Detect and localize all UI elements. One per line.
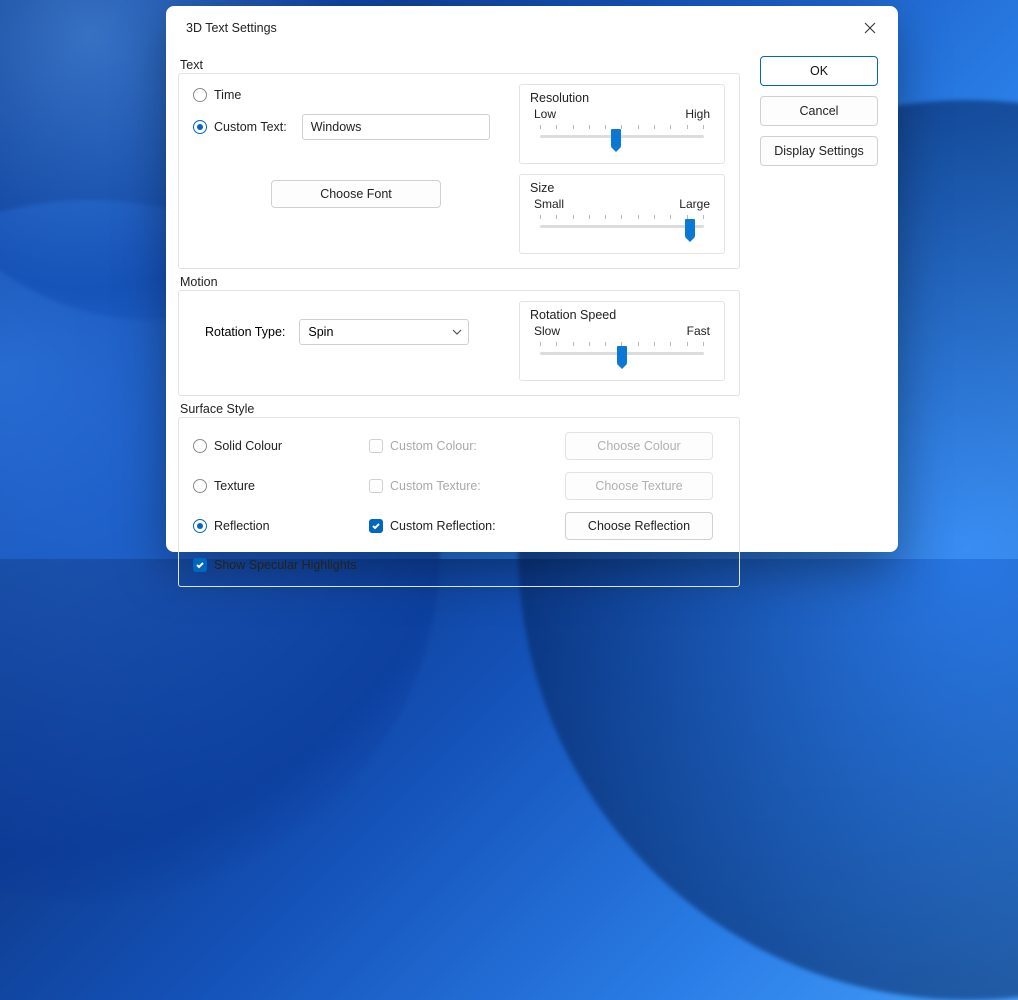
radio-reflection-label: Reflection [214,519,270,533]
check-custom-colour-label: Custom Colour: [390,439,477,453]
dialog-3d-text-settings: 3D Text Settings Text Time Custom [166,6,898,552]
check-custom-reflection[interactable] [369,519,383,533]
speed-slow-label: Slow [534,324,560,338]
rotation-type-value: Spin [308,325,333,339]
group-label-surface: Surface Style [180,402,740,416]
check-custom-colour [369,439,383,453]
group-text: Time Custom Text: Choose Font Resolution [178,73,740,269]
resolution-high-label: High [685,107,710,121]
group-label-text: Text [180,58,740,72]
cancel-button[interactable]: Cancel [760,96,878,126]
speed-slider[interactable] [530,340,714,366]
radio-time[interactable] [193,88,207,102]
speed-frame: Rotation Speed Slow Fast [519,301,725,381]
group-label-motion: Motion [180,275,740,289]
chevron-down-icon [452,327,462,337]
radio-time-row[interactable]: Time [193,88,501,102]
check-specular-row[interactable]: Show Specular Highlights [193,558,725,572]
radio-custom[interactable] [193,120,207,134]
speed-thumb[interactable] [617,346,627,364]
close-icon [864,22,876,34]
choose-reflection-button[interactable]: Choose Reflection [565,512,713,540]
check-custom-texture-row: Custom Texture: [369,479,559,493]
window-title: 3D Text Settings [186,21,856,35]
check-custom-texture [369,479,383,493]
titlebar: 3D Text Settings [166,6,898,48]
size-frame: Size Small Large [519,174,725,254]
radio-custom-label: Custom Text: [214,120,287,134]
size-title: Size [530,181,714,195]
check-custom-reflection-row[interactable]: Custom Reflection: [369,519,559,533]
choose-colour-button: Choose Colour [565,432,713,460]
resolution-thumb[interactable] [611,129,621,147]
size-small-label: Small [534,197,564,211]
size-large-label: Large [679,197,710,211]
choose-font-button[interactable]: Choose Font [271,180,441,208]
check-custom-texture-label: Custom Texture: [390,479,481,493]
ok-button[interactable]: OK [760,56,878,86]
resolution-low-label: Low [534,107,556,121]
radio-custom-row[interactable]: Custom Text: [193,114,501,140]
close-button[interactable] [856,14,884,42]
custom-text-input[interactable] [302,114,490,140]
speed-fast-label: Fast [687,324,710,338]
choose-texture-button: Choose Texture [565,472,713,500]
size-slider[interactable] [530,213,714,239]
checkmark-icon [195,560,205,570]
display-settings-button[interactable]: Display Settings [760,136,878,166]
radio-reflection[interactable] [193,519,207,533]
radio-texture-row[interactable]: Texture [193,479,363,493]
checkmark-icon [371,521,381,531]
group-motion: Rotation Type: Spin Rotation Speed Slow … [178,290,740,396]
rotation-type-select[interactable]: Spin [299,319,469,345]
resolution-frame: Resolution Low High [519,84,725,164]
radio-solid-row[interactable]: Solid Colour [193,439,363,453]
check-custom-reflection-label: Custom Reflection: [390,519,496,533]
check-custom-colour-row: Custom Colour: [369,439,559,453]
radio-time-label: Time [214,88,241,102]
radio-solid-label: Solid Colour [214,439,282,453]
rotation-type-label: Rotation Type: [205,325,285,339]
resolution-slider[interactable] [530,123,714,149]
radio-solid[interactable] [193,439,207,453]
speed-title: Rotation Speed [530,308,714,322]
resolution-title: Resolution [530,91,714,105]
radio-texture[interactable] [193,479,207,493]
check-specular-label: Show Specular Highlights [214,558,356,572]
radio-reflection-row[interactable]: Reflection [193,519,363,533]
check-specular[interactable] [193,558,207,572]
radio-texture-label: Texture [214,479,255,493]
size-thumb[interactable] [685,219,695,237]
group-surface: Solid Colour Custom Colour: Choose Colou… [178,417,740,587]
